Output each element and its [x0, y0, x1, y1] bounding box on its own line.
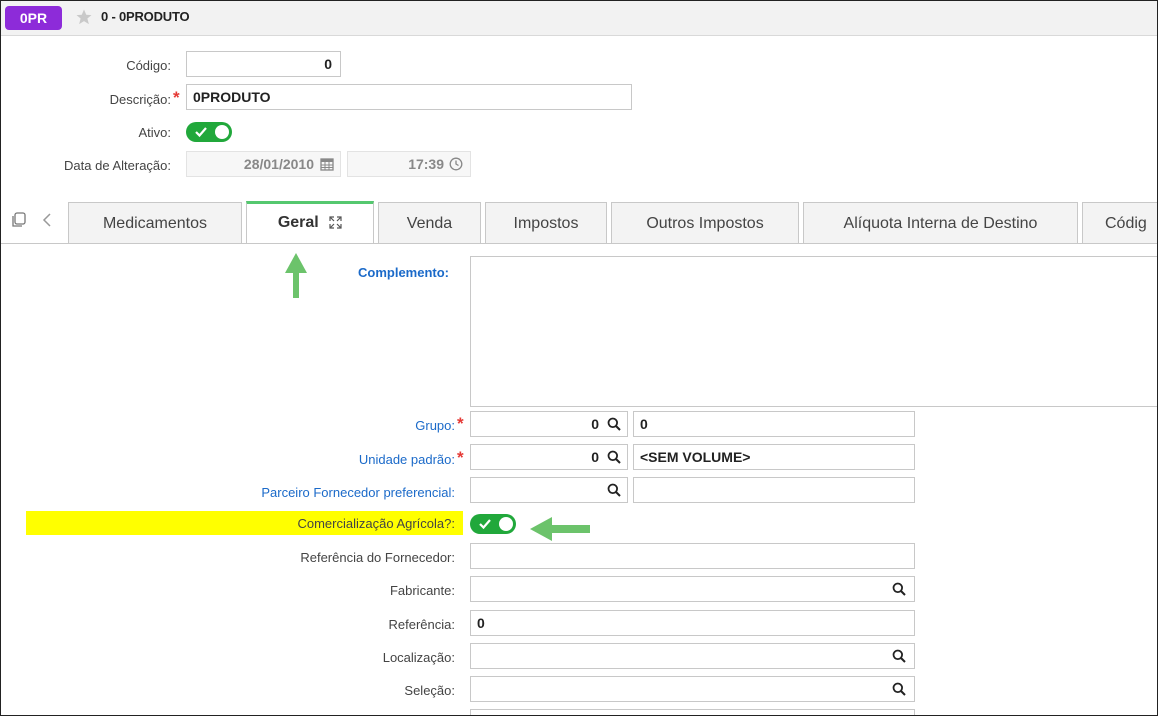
- tab-label: Impostos: [513, 215, 579, 232]
- descricao-field[interactable]: 0PRODUTO: [186, 84, 632, 110]
- comercializacao-agricola-toggle[interactable]: [470, 514, 516, 534]
- record-header: 0PR 0 - 0PRODUTO: [1, 1, 1157, 36]
- fabricante-field[interactable]: [470, 576, 915, 602]
- calendar-icon: [320, 158, 334, 171]
- fabricante-label: Fabricante:: [389, 583, 455, 598]
- data-alteracao-date-field: 28/01/2010: [186, 151, 341, 177]
- tab-codigo[interactable]: Códig: [1082, 202, 1157, 243]
- search-icon[interactable]: [607, 450, 621, 464]
- unidade-code-field[interactable]: 0: [470, 444, 628, 470]
- required-marker: *: [173, 88, 180, 107]
- unidade-description-field: <SEM VOLUME>: [633, 444, 915, 470]
- parceiro-label: Parceiro Fornecedor preferencial:: [261, 485, 455, 500]
- tab-geral[interactable]: Geral: [246, 201, 374, 243]
- entity-badge: 0PR: [5, 6, 62, 30]
- codigo-label: Código:: [126, 58, 171, 73]
- date-value: 28/01/2010: [243, 156, 314, 172]
- unidade-code-value: 0: [591, 449, 599, 465]
- tab-aliquota-interna-destino[interactable]: Alíquota Interna de Destino: [803, 202, 1078, 243]
- grupo-code-field[interactable]: 0: [470, 411, 628, 437]
- required-marker: *: [457, 414, 464, 433]
- localizacao-label: Localização:: [382, 650, 455, 665]
- chevron-left-icon[interactable]: [41, 212, 53, 228]
- codigo-field[interactable]: 0: [186, 51, 341, 77]
- form-window: 0PR 0 - 0PRODUTO Código: 0 Descrição: * …: [0, 0, 1158, 716]
- time-value: 17:39: [408, 156, 444, 172]
- selecao-field[interactable]: [470, 676, 915, 702]
- favorite-star-icon[interactable]: [75, 8, 93, 26]
- referencia-fornecedor-field[interactable]: [470, 543, 915, 569]
- check-icon: [195, 127, 207, 138]
- record-title: 0 - 0PRODUTO: [101, 9, 190, 24]
- complemento-label: Complemento:: [358, 265, 449, 280]
- tab-label: Alíquota Interna de Destino: [843, 215, 1038, 232]
- clock-icon: [449, 157, 463, 171]
- ativo-toggle[interactable]: [186, 122, 232, 142]
- expand-icon[interactable]: [329, 216, 342, 229]
- tab-impostos[interactable]: Impostos: [485, 202, 607, 243]
- search-icon[interactable]: [892, 649, 906, 663]
- referencia-fornecedor-label: Referência do Fornecedor:: [300, 550, 455, 565]
- tab-label: Medicamentos: [102, 215, 208, 232]
- grupo-label: Grupo:: [415, 418, 455, 433]
- tab-label: Venda: [406, 215, 453, 232]
- unidade-padrao-label: Unidade padrão:: [358, 452, 455, 467]
- copy-icon[interactable]: [11, 212, 27, 228]
- tab-venda[interactable]: Venda: [378, 202, 481, 243]
- referencia-field[interactable]: 0: [470, 610, 915, 636]
- localizacao-field[interactable]: [470, 643, 915, 669]
- annotation-arrow-left: [530, 517, 590, 541]
- tab-bar: Medicamentos Geral Venda Impostos Outros…: [1, 201, 1157, 244]
- data-alteracao-label: Data de Alteração:: [64, 158, 171, 173]
- tab-outros-impostos[interactable]: Outros Impostos: [611, 202, 799, 243]
- tab-medicamentos[interactable]: Medicamentos: [68, 202, 242, 243]
- descricao-label: Descrição:: [109, 92, 171, 107]
- tab-label: Outros Impostos: [646, 215, 764, 232]
- search-icon[interactable]: [892, 582, 906, 596]
- parceiro-description-field: [633, 477, 915, 503]
- complemento-textarea[interactable]: [470, 256, 1157, 407]
- check-icon: [479, 519, 491, 530]
- referencia-label: Referência:: [388, 617, 455, 632]
- search-icon[interactable]: [607, 417, 621, 431]
- comercializacao-agricola-label: Comercialização Agrícola?:: [297, 516, 455, 531]
- selecao-label: Seleção:: [404, 683, 455, 698]
- data-alteracao-time-field: 17:39: [347, 151, 471, 177]
- tab-label: Geral: [277, 214, 319, 231]
- ativo-label: Ativo:: [138, 125, 171, 140]
- search-icon[interactable]: [607, 483, 621, 497]
- tab-label: Códig: [1105, 215, 1147, 232]
- grupo-code-value: 0: [591, 416, 599, 432]
- grupo-description-field: 0: [633, 411, 915, 437]
- required-marker: *: [457, 448, 464, 467]
- search-icon[interactable]: [892, 682, 906, 696]
- next-row-field[interactable]: [470, 709, 915, 715]
- parceiro-code-field[interactable]: [470, 477, 628, 503]
